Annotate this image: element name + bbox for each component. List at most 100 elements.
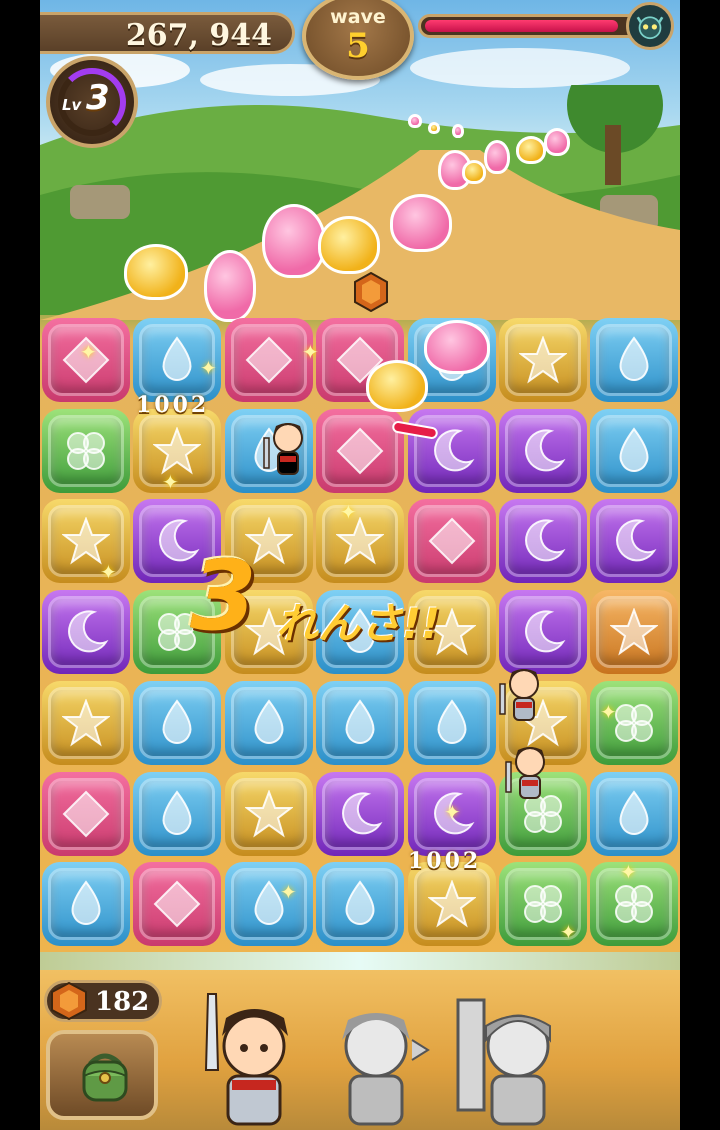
moon-icon (342, 791, 383, 834)
moon-icon (525, 610, 566, 653)
tile-blue[interactable] (224, 680, 313, 765)
water-drop-icon (71, 880, 101, 926)
tile-yellow[interactable] (42, 680, 130, 765)
tile-blue[interactable] (133, 771, 222, 856)
tile-yellow[interactable] (407, 862, 496, 947)
tile-blue[interactable] (42, 862, 130, 947)
enemy-hp-bar (418, 14, 640, 38)
tile-blue[interactable] (590, 408, 679, 493)
swordsman-hero-on-board (499, 669, 539, 721)
star-icon (336, 517, 385, 565)
gold-slime-enemy[interactable] (124, 244, 188, 300)
diamond-icon (62, 790, 110, 837)
level-badge[interactable]: Lv 3 (46, 56, 138, 148)
water-drop-icon (619, 427, 649, 472)
tile-purple[interactable] (499, 408, 587, 493)
tile-purple[interactable] (499, 499, 587, 584)
water-drop-icon (345, 699, 375, 744)
diamond-icon (428, 517, 476, 565)
sparkle-effect: ✦ (162, 470, 179, 494)
tile-pink[interactable] (42, 771, 130, 856)
gem-icon (51, 981, 87, 1021)
tile-pink[interactable] (224, 318, 313, 402)
tile-blue[interactable] (316, 680, 405, 765)
star-icon (244, 789, 293, 837)
pink-slime-enemy[interactable] (484, 140, 510, 174)
tile-blue[interactable] (590, 318, 679, 402)
diamond-icon (245, 336, 293, 384)
tile-blue[interactable] (133, 680, 222, 765)
sparkle-effect: ✦ (100, 560, 117, 584)
tile-pink[interactable] (407, 499, 496, 584)
tile-blue[interactable] (224, 862, 313, 947)
swordsman-hero-on-board (263, 423, 303, 475)
star-icon (153, 426, 202, 475)
tile-purple[interactable] (316, 771, 405, 856)
tile-blue[interactable] (407, 680, 496, 765)
gold-slime-enemy[interactable] (366, 360, 428, 412)
star-icon (62, 517, 110, 565)
combo-label: れんさ!! (276, 599, 441, 648)
tile-pink[interactable] (316, 408, 405, 493)
water-drop-icon (437, 699, 467, 744)
pink-slime-enemy[interactable] (262, 204, 326, 278)
sparkle-effect: ✦ (340, 500, 357, 524)
gold-slime-enemy[interactable] (516, 136, 546, 164)
tile-purple[interactable] (590, 499, 679, 584)
pink-slime-enemy[interactable] (544, 128, 570, 156)
moon-icon (525, 429, 566, 471)
water-drop-icon (162, 789, 192, 835)
diamond-icon (153, 880, 201, 928)
tile-purple[interactable] (42, 590, 130, 675)
hero-portrait-archer[interactable] (316, 990, 436, 1130)
sparkle-effect: ✦ (620, 860, 637, 884)
wave-number: 5 (346, 26, 370, 66)
tile-yellow[interactable] (224, 771, 313, 856)
water-drop-icon (254, 699, 284, 744)
pink-slime-enemy[interactable] (452, 124, 464, 138)
diamond-icon (336, 427, 384, 475)
clover-icon (615, 703, 654, 742)
tile-green[interactable] (42, 408, 130, 493)
gem-drop-icon (354, 272, 388, 312)
tile-yellow[interactable] (499, 318, 587, 402)
star-icon (62, 698, 110, 747)
score-value: 267, 944 (125, 18, 272, 53)
pink-slime-enemy[interactable] (408, 114, 422, 128)
tile-yellow[interactable] (316, 499, 405, 584)
gold-slime-enemy[interactable] (462, 160, 486, 184)
pink-slime-enemy[interactable] (204, 250, 256, 322)
tile-orange[interactable] (590, 590, 679, 675)
level-value: 3 (86, 78, 110, 118)
pink-slime-enemy[interactable] (424, 320, 490, 374)
sparkle-effect: ✦ (302, 340, 319, 364)
clover-icon (615, 885, 654, 924)
star-icon (519, 336, 567, 384)
score-panel: 267, 944 (40, 12, 295, 54)
water-drop-icon (345, 880, 375, 926)
sparkle-effect: ✦ (200, 356, 217, 380)
tile-blue[interactable] (316, 862, 405, 947)
tile-blue[interactable] (590, 771, 679, 856)
hero-portrait-swordsman[interactable] (192, 990, 312, 1130)
moon-icon (616, 519, 657, 562)
board-bottom-energy-line (40, 952, 680, 972)
gold-slime-enemy[interactable] (318, 216, 380, 274)
tile-purple[interactable] (499, 590, 587, 675)
water-drop-icon (619, 789, 649, 835)
gold-slime-enemy[interactable] (428, 122, 440, 134)
moon-icon (525, 519, 566, 562)
item-bag-button[interactable] (46, 1030, 158, 1120)
star-icon (427, 880, 476, 928)
wave-label: wave (330, 6, 386, 28)
clover-icon (67, 431, 105, 470)
sparkle-effect: ✦ (80, 340, 97, 364)
moon-icon (68, 610, 109, 653)
tile-pink[interactable] (133, 862, 222, 947)
water-drop-icon (162, 336, 192, 381)
pink-slime-enemy[interactable] (390, 194, 452, 252)
game-stage[interactable]: 1002 1002 ✦ ✦ ✦ ✦ ✦ ✦ ✦ ✦ ✦ ✦ ✦ 3 れんさ!! … (40, 0, 680, 1130)
tile-purple[interactable] (407, 408, 496, 493)
hero-portrait-knight[interactable] (450, 990, 570, 1130)
enemy-cat-icon (626, 2, 674, 50)
